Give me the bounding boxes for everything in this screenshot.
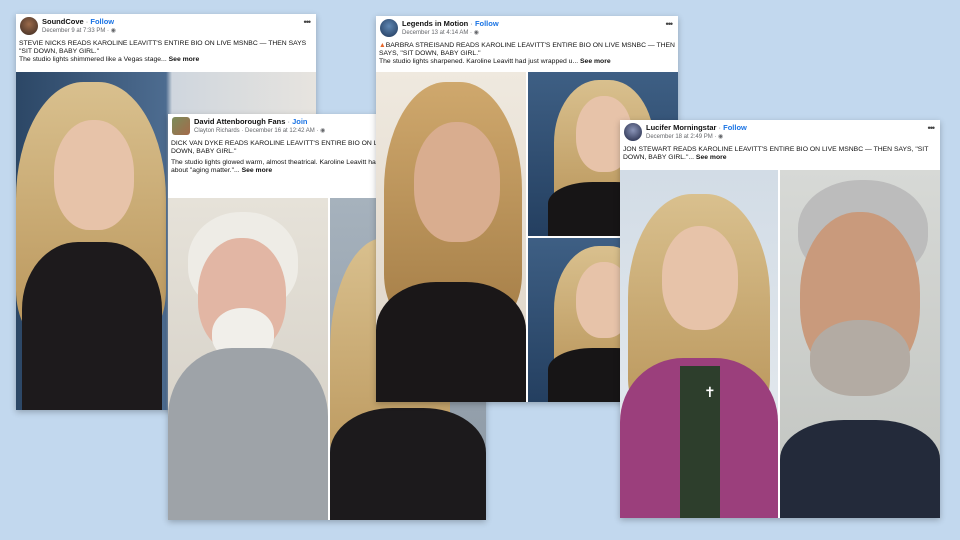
globe-icon: ◉ — [320, 128, 326, 134]
more-options-icon[interactable]: ••• — [928, 123, 936, 133]
post-header: Lucifer Morningstar · Follow December 18… — [620, 120, 940, 146]
photo-subject-clothes — [330, 408, 486, 520]
post-date[interactable]: December 18 at 2:49 PM · ◉ — [646, 133, 723, 140]
see-more-link[interactable]: See more — [580, 58, 611, 65]
globe-icon: ◉ — [718, 134, 724, 140]
name-line: David Attenborough Fans · Join — [194, 117, 308, 126]
photo-subject-face — [54, 120, 134, 230]
page-name[interactable]: Lucifer Morningstar — [646, 123, 716, 132]
avatar[interactable] — [20, 17, 38, 35]
photo-subject-clothes — [780, 420, 940, 518]
post-header: SoundCove · Follow December 9 at 7:33 PM… — [16, 14, 316, 40]
post-lucifer-morningstar: Lucifer Morningstar · Follow December 18… — [620, 120, 940, 518]
post-body: The studio lights sharpened. Karoline Le… — [379, 58, 611, 65]
name-line: SoundCove · Follow — [42, 17, 114, 26]
follow-button[interactable]: Follow — [475, 19, 499, 28]
post-author-date: Clayton Richards · December 16 at 12:42 … — [194, 128, 326, 134]
more-options-icon[interactable]: ••• — [304, 17, 312, 27]
separator-dot: · — [287, 117, 290, 126]
photo-subject-clothes — [376, 282, 526, 402]
photo-subject-face — [414, 122, 500, 242]
post-photo-left[interactable]: ✝ — [620, 170, 778, 518]
globe-icon: ◉ — [110, 28, 116, 34]
see-more-link[interactable]: See more — [696, 154, 727, 161]
globe-icon: ◉ — [473, 30, 479, 36]
follow-button[interactable]: Follow — [90, 17, 114, 26]
photo-subject-clothes — [22, 242, 162, 410]
post-body: The studio lights shimmered like a Vegas… — [19, 56, 200, 63]
post-date[interactable]: December 13 at 4:14 AM · ◉ — [402, 29, 479, 36]
join-button[interactable]: Join — [292, 117, 307, 126]
fire-icon: ▲ — [379, 42, 386, 49]
avatar[interactable] — [172, 117, 190, 135]
name-line: Legends in Motion · Follow — [402, 19, 499, 28]
post-photo-right[interactable] — [780, 170, 940, 518]
separator-dot: · — [85, 17, 89, 26]
see-more-link[interactable]: See more — [169, 56, 200, 63]
post-author[interactable]: Clayton Richards — [194, 128, 240, 134]
more-options-icon[interactable]: ••• — [666, 19, 674, 29]
post-date[interactable]: December 9 at 7:33 PM · ◉ — [42, 27, 116, 34]
separator-dot: · — [470, 19, 473, 28]
post-date[interactable]: December 16 at 12:42 AM — [245, 128, 315, 134]
post-header: Legends in Motion · Follow December 13 a… — [376, 16, 678, 42]
cross-necklace-icon: ✝ — [704, 384, 716, 400]
photo-subject-beard — [810, 320, 910, 396]
follow-button[interactable]: Follow — [723, 123, 747, 132]
separator-dot: · — [718, 123, 722, 132]
avatar[interactable] — [380, 19, 398, 37]
page-name[interactable]: Legends in Motion — [402, 19, 468, 28]
page-name[interactable]: SoundCove — [42, 17, 84, 26]
photo-subject-face — [662, 226, 738, 330]
post-headline: STEVIE NICKS READS KAROLINE LEAVITT'S EN… — [19, 40, 307, 55]
name-line: Lucifer Morningstar · Follow — [646, 123, 747, 132]
group-name[interactable]: David Attenborough Fans — [194, 117, 285, 126]
post-headline: JON STEWART READS KAROLINE LEAVITT'S ENT… — [623, 146, 929, 161]
see-more-link[interactable]: See more — [242, 167, 273, 174]
post-photo-left[interactable] — [168, 198, 328, 520]
post-photo-left[interactable] — [376, 72, 526, 402]
avatar[interactable] — [624, 123, 642, 141]
photo-subject-clothes — [168, 348, 328, 520]
post-headline: ▲BARBRA STREISAND READS KAROLINE LEAVITT… — [379, 42, 675, 57]
